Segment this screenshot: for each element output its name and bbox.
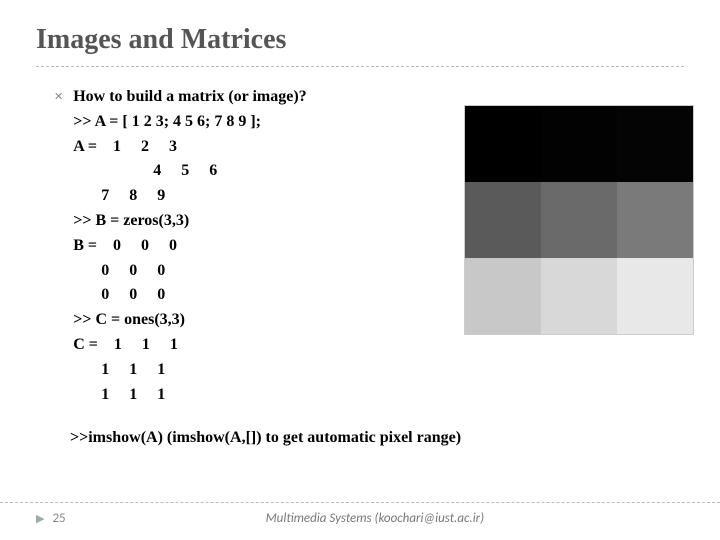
image-column [464,105,694,335]
pixel-2-1 [541,258,617,334]
pixel-1-0 [465,182,541,258]
pixel-0-0 [465,106,541,182]
bullet-body: How to build a matrix (or image)? >> A =… [73,85,306,407]
content-row: ✕ How to build a matrix (or image)? >> A… [36,85,684,407]
pixel-1-2 [617,182,693,258]
slide-title: Images and Matrices [36,24,684,67]
pixel-0-2 [617,106,693,182]
slide: Images and Matrices ✕ How to build a mat… [0,0,720,540]
pixel-1-1 [541,182,617,258]
bullet-heading: How to build a matrix (or image)? [73,85,306,110]
bullet-icon: ✕ [54,90,63,103]
pixel-0-1 [541,106,617,182]
text-column: ✕ How to build a matrix (or image)? >> A… [36,85,307,407]
footer: ▶ 25 Multimedia Systems (koochari@iust.a… [0,502,720,526]
footer-text: Multimedia Systems (koochari@iust.ac.ir) [66,511,684,526]
matrix-image [464,105,694,335]
pixel-2-2 [617,258,693,334]
code-block: >> A = [ 1 2 3; 4 5 6; 7 8 9 ]; A = 1 2 … [73,110,306,408]
pixel-2-0 [465,258,541,334]
bullet-line: ✕ How to build a matrix (or image)? >> A… [54,85,307,407]
footer-arrow-icon: ▶ [36,512,44,525]
imshow-line: >>imshow(A) (imshow(A,[]) to get automat… [70,429,684,447]
page-number: 25 [52,511,65,526]
